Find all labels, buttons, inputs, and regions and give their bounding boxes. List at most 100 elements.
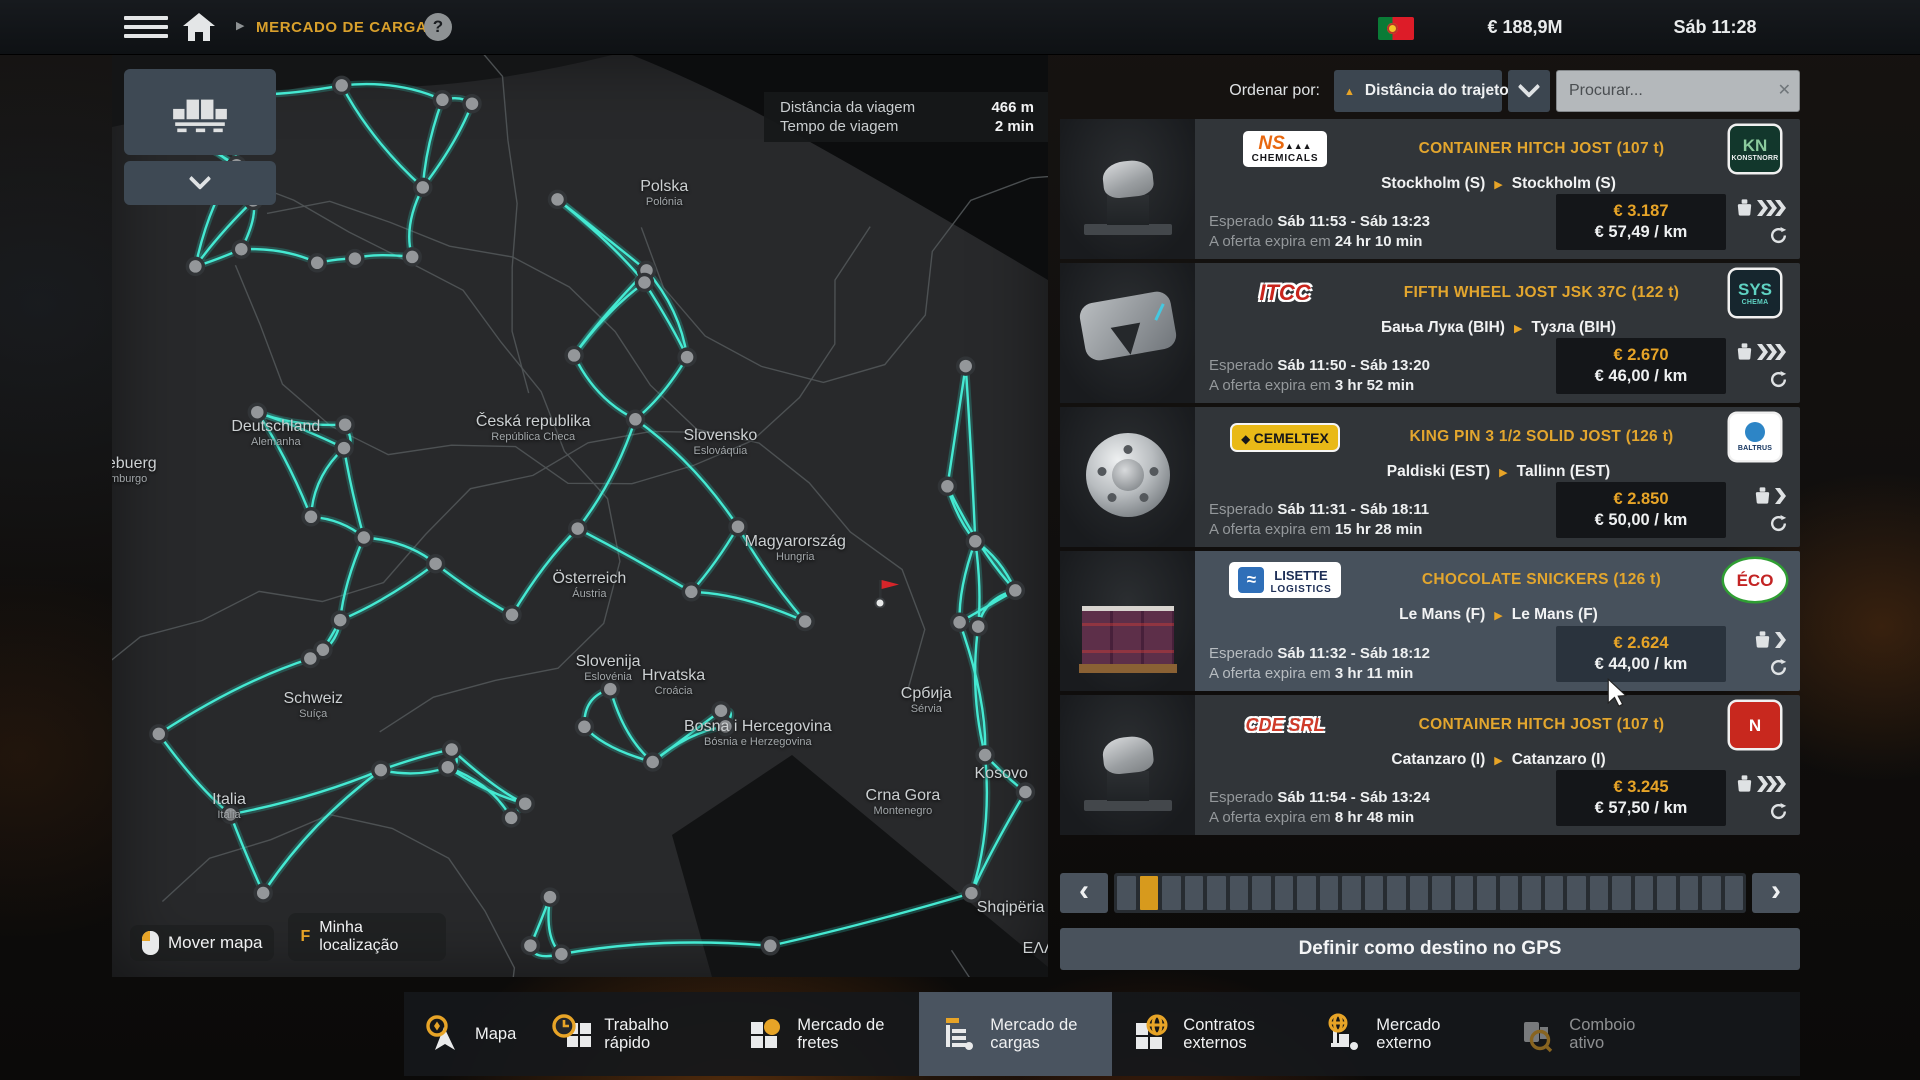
expected-time: Sáb 11:53 - Sáb 13:23 bbox=[1277, 213, 1430, 230]
cargo-thumbnail bbox=[1060, 119, 1195, 259]
route-arrow-icon bbox=[1514, 319, 1522, 337]
page-segment[interactable] bbox=[1252, 876, 1271, 910]
trailer-view-button[interactable] bbox=[124, 69, 276, 155]
page-segment[interactable] bbox=[1702, 876, 1721, 910]
job-card[interactable]: CDE SRL CONTAINER HITCH JOST (107 t) N C… bbox=[1060, 695, 1800, 835]
nav-item-6[interactable]: Comboio ativo bbox=[1498, 992, 1691, 1076]
job-card[interactable]: NS▲▲▲CHEMICALS CONTAINER HITCH JOST (107… bbox=[1060, 119, 1800, 259]
page-segment[interactable] bbox=[1590, 876, 1609, 910]
portugal-flag-icon bbox=[1378, 17, 1414, 40]
search-box[interactable] bbox=[1556, 70, 1800, 112]
map-hints: Mover mapa F Minha localização bbox=[130, 913, 446, 961]
return-job-icon bbox=[1769, 514, 1788, 538]
search-input[interactable] bbox=[1557, 71, 1799, 111]
origin-city: Le Mans (F) bbox=[1399, 606, 1485, 624]
price-box: € 2.670 € 46,00 / km bbox=[1556, 338, 1726, 394]
nav-item-4[interactable]: Contratos externos bbox=[1112, 992, 1305, 1076]
home-icon[interactable] bbox=[182, 12, 216, 42]
collapse-map-controls-button[interactable] bbox=[124, 161, 276, 205]
return-job-icon bbox=[1769, 658, 1788, 682]
page-segment[interactable] bbox=[1635, 876, 1654, 910]
job-card[interactable]: ◆ CEMELTEX KING PIN 3 1/2 SOLID JOST (12… bbox=[1060, 407, 1800, 547]
sort-dropdown[interactable]: Distância do trajeto bbox=[1334, 70, 1502, 112]
page-segment[interactable] bbox=[1185, 876, 1204, 910]
page-segment[interactable] bbox=[1140, 876, 1159, 910]
page-segment[interactable] bbox=[1657, 876, 1676, 910]
price-total: € 2.624 bbox=[1556, 634, 1726, 653]
menu-icon[interactable] bbox=[124, 16, 168, 40]
heavy-cargo-icon bbox=[1753, 486, 1772, 510]
help-icon[interactable] bbox=[424, 13, 452, 41]
cargo-title: CONTAINER HITCH JOST (107 t) bbox=[1361, 140, 1722, 158]
expires-time: 8 hr 48 min bbox=[1335, 809, 1414, 826]
price-total: € 2.670 bbox=[1556, 346, 1726, 365]
job-market-panel: Ordenar por: Distância do trajeto NS▲▲▲C… bbox=[1060, 55, 1800, 977]
job-card[interactable]: ITCC FIFTH WHEEL JOST JSK 37C (122 t) SY… bbox=[1060, 263, 1800, 403]
quick-job-icon bbox=[550, 1012, 594, 1056]
page-segment[interactable] bbox=[1207, 876, 1226, 910]
page-segment[interactable] bbox=[1477, 876, 1496, 910]
page-segment[interactable] bbox=[1387, 876, 1406, 910]
nav-item-1[interactable]: Trabalho rápido bbox=[533, 992, 726, 1076]
route: Stockholm (S) Stockholm (S) bbox=[1209, 173, 1788, 194]
key-f-badge: F bbox=[300, 928, 310, 946]
page-segment[interactable] bbox=[1297, 876, 1316, 910]
price-box: € 2.850 € 50,00 / km bbox=[1556, 482, 1726, 538]
destination-company-logo: N bbox=[1730, 702, 1780, 748]
urgency-icon bbox=[1757, 344, 1788, 365]
prev-page-button[interactable] bbox=[1060, 873, 1108, 913]
trip-distance-label: Distância da viagem bbox=[780, 99, 915, 116]
page-segment[interactable] bbox=[1365, 876, 1384, 910]
page-segment[interactable] bbox=[1545, 876, 1564, 910]
sort-expand-button[interactable] bbox=[1508, 70, 1550, 112]
page-segment[interactable] bbox=[1410, 876, 1429, 910]
page-segment[interactable] bbox=[1117, 876, 1136, 910]
cargo-title: CHOCOLATE SNICKERS (126 t) bbox=[1361, 571, 1722, 589]
destination-city: Le Mans (F) bbox=[1512, 606, 1598, 624]
nav-item-2[interactable]: Mercado de fretes bbox=[726, 992, 919, 1076]
page-segment[interactable] bbox=[1612, 876, 1631, 910]
page-segment[interactable] bbox=[1455, 876, 1474, 910]
nav-item-label: Mercado de fretes bbox=[797, 1016, 902, 1053]
page-segment[interactable] bbox=[1680, 876, 1699, 910]
page-segment[interactable] bbox=[1725, 876, 1744, 910]
origin-city: Stockholm (S) bbox=[1381, 175, 1485, 193]
expires-label: A oferta expira em bbox=[1209, 233, 1331, 250]
nav-item-3[interactable]: Mercado de cargas bbox=[919, 992, 1112, 1076]
trip-time-value: 2 min bbox=[995, 118, 1034, 135]
nav-item-label: Trabalho rápido bbox=[604, 1016, 709, 1053]
urgency-icon bbox=[1775, 632, 1788, 653]
next-page-button[interactable] bbox=[1752, 873, 1800, 913]
page-segment[interactable] bbox=[1275, 876, 1294, 910]
page-segment[interactable] bbox=[1162, 876, 1181, 910]
heavy-cargo-icon bbox=[1735, 342, 1754, 366]
set-gps-destination-button[interactable]: Definir como destino no GPS bbox=[1060, 928, 1800, 970]
nav-item-5[interactable]: Mercado externo bbox=[1305, 992, 1498, 1076]
external-market-icon bbox=[1322, 1012, 1366, 1056]
expected-label: Esperado bbox=[1209, 789, 1273, 806]
page-segment[interactable] bbox=[1320, 876, 1339, 910]
job-card[interactable]: ≈LISETTELOGISTICS CHOCOLATE SNICKERS (12… bbox=[1060, 551, 1800, 691]
page-segment[interactable] bbox=[1522, 876, 1541, 910]
trip-distance-value: 466 m bbox=[991, 99, 1034, 116]
expires-label: A oferta expira em bbox=[1209, 665, 1331, 682]
route: Бања Лука (BIH) Тузла (BIH) bbox=[1209, 317, 1788, 338]
expires-label: A oferta expira em bbox=[1209, 809, 1331, 826]
company-logo: NS▲▲▲CHEMICALS bbox=[1243, 131, 1328, 167]
page-track[interactable] bbox=[1114, 873, 1746, 913]
nav-item-label: Mercado externo bbox=[1376, 1016, 1481, 1053]
clear-search-icon[interactable] bbox=[1778, 80, 1791, 100]
my-location-hint[interactable]: F Minha localização bbox=[288, 913, 446, 961]
mouse-icon bbox=[142, 931, 159, 955]
page-segment[interactable] bbox=[1500, 876, 1519, 910]
heavy-cargo-icon bbox=[1735, 198, 1754, 222]
page-segment[interactable] bbox=[1432, 876, 1451, 910]
cargo-title: FIFTH WHEEL JOST JSK 37C (122 t) bbox=[1361, 284, 1722, 302]
page-segment[interactable] bbox=[1230, 876, 1249, 910]
pallet-cargo-icon bbox=[169, 90, 231, 134]
page-segment[interactable] bbox=[1342, 876, 1361, 910]
nav-item-0[interactable]: Mapa bbox=[404, 992, 533, 1076]
route: Catanzaro (I) Catanzaro (I) bbox=[1209, 749, 1788, 770]
page-segment[interactable] bbox=[1567, 876, 1586, 910]
nav-item-label: Mercado de cargas bbox=[990, 1016, 1095, 1053]
